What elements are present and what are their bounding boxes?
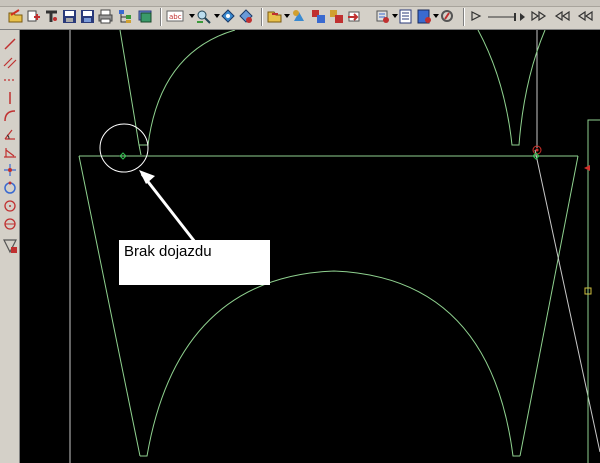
- rewind-all-icon[interactable]: [575, 9, 595, 24]
- trapezoid-left-edge: [78, 155, 141, 457]
- diagonal-guide-line: [534, 149, 600, 453]
- open-file-icon[interactable]: [8, 9, 23, 24]
- move-icon[interactable]: [267, 9, 282, 24]
- svg-text:abc: abc: [169, 13, 182, 21]
- filter-icon[interactable]: abc: [166, 9, 186, 24]
- right-frame-edge: [587, 119, 600, 463]
- right-frame-arrow: [584, 165, 590, 171]
- rotate-icon[interactable]: [2, 180, 18, 196]
- copy-icon[interactable]: [291, 9, 306, 24]
- crosshair-icon[interactable]: [2, 162, 18, 178]
- trim-tool-icon[interactable]: [2, 238, 18, 254]
- layers-icon[interactable]: [138, 9, 153, 24]
- step-forward-icon[interactable]: [440, 9, 455, 24]
- clear-dropdown-arrow[interactable]: [392, 14, 398, 18]
- annotation-arrow-head: [139, 170, 155, 184]
- move-dropdown-arrow[interactable]: [284, 14, 290, 18]
- play-dropdown-arrow[interactable]: [433, 14, 439, 18]
- drawing-tools-sidebar: [0, 30, 20, 463]
- pan-icon[interactable]: [221, 9, 236, 24]
- save-as-icon[interactable]: [80, 9, 95, 24]
- rewind-icon[interactable]: [469, 9, 484, 24]
- line-tool-icon[interactable]: [2, 36, 18, 52]
- view-icon[interactable]: [239, 9, 254, 24]
- hierarchy-icon[interactable]: [118, 9, 133, 24]
- import-icon[interactable]: [26, 9, 41, 24]
- toolbar-separator: [261, 8, 263, 26]
- toolbar-separator: [160, 8, 162, 26]
- zoom-dropdown-arrow[interactable]: [214, 14, 220, 18]
- upper-right-cone: [477, 30, 546, 146]
- circle-tool-icon[interactable]: [2, 198, 18, 214]
- title-bar-strip: [0, 0, 600, 7]
- drawing-canvas[interactable]: [21, 30, 600, 463]
- export-icon[interactable]: [347, 9, 362, 24]
- red-point-center: [535, 148, 539, 152]
- circle-center-icon[interactable]: [2, 216, 18, 232]
- play-icon[interactable]: [417, 9, 432, 24]
- annotation-arrow-shaft: [140, 173, 197, 243]
- save-icon[interactable]: [62, 9, 77, 24]
- dashed-line-icon[interactable]: [2, 72, 18, 88]
- angle-tool-icon[interactable]: [2, 126, 18, 142]
- first-icon[interactable]: [487, 9, 527, 24]
- next-frame-icon[interactable]: [530, 9, 550, 24]
- bottom-arch: [140, 270, 520, 457]
- vertical-line-icon[interactable]: [2, 90, 18, 106]
- toolbar-separator: [463, 8, 465, 26]
- parallel-line-icon[interactable]: [2, 54, 18, 70]
- clear-icon[interactable]: [375, 9, 390, 24]
- insert-icon[interactable]: [311, 9, 326, 24]
- print-icon[interactable]: [98, 9, 113, 24]
- previous-frame-icon[interactable]: [552, 9, 572, 24]
- annotation-label-box: Brak dojazdu: [119, 240, 270, 285]
- main-toolbar: abc: [0, 0, 600, 30]
- dimension-icon[interactable]: [2, 144, 18, 160]
- tool-icon[interactable]: [44, 9, 59, 24]
- highlight-circle: [99, 123, 149, 173]
- cone-tip-line: [138, 144, 142, 156]
- zoom-icon[interactable]: [196, 9, 211, 24]
- properties-icon[interactable]: [399, 9, 414, 24]
- trapezoid-right-edge: [519, 155, 579, 457]
- filter-dropdown-arrow[interactable]: [189, 14, 195, 18]
- arc-tool-icon[interactable]: [2, 108, 18, 124]
- annotation-label: Brak dojazdu: [124, 243, 212, 260]
- table-icon[interactable]: [329, 9, 344, 24]
